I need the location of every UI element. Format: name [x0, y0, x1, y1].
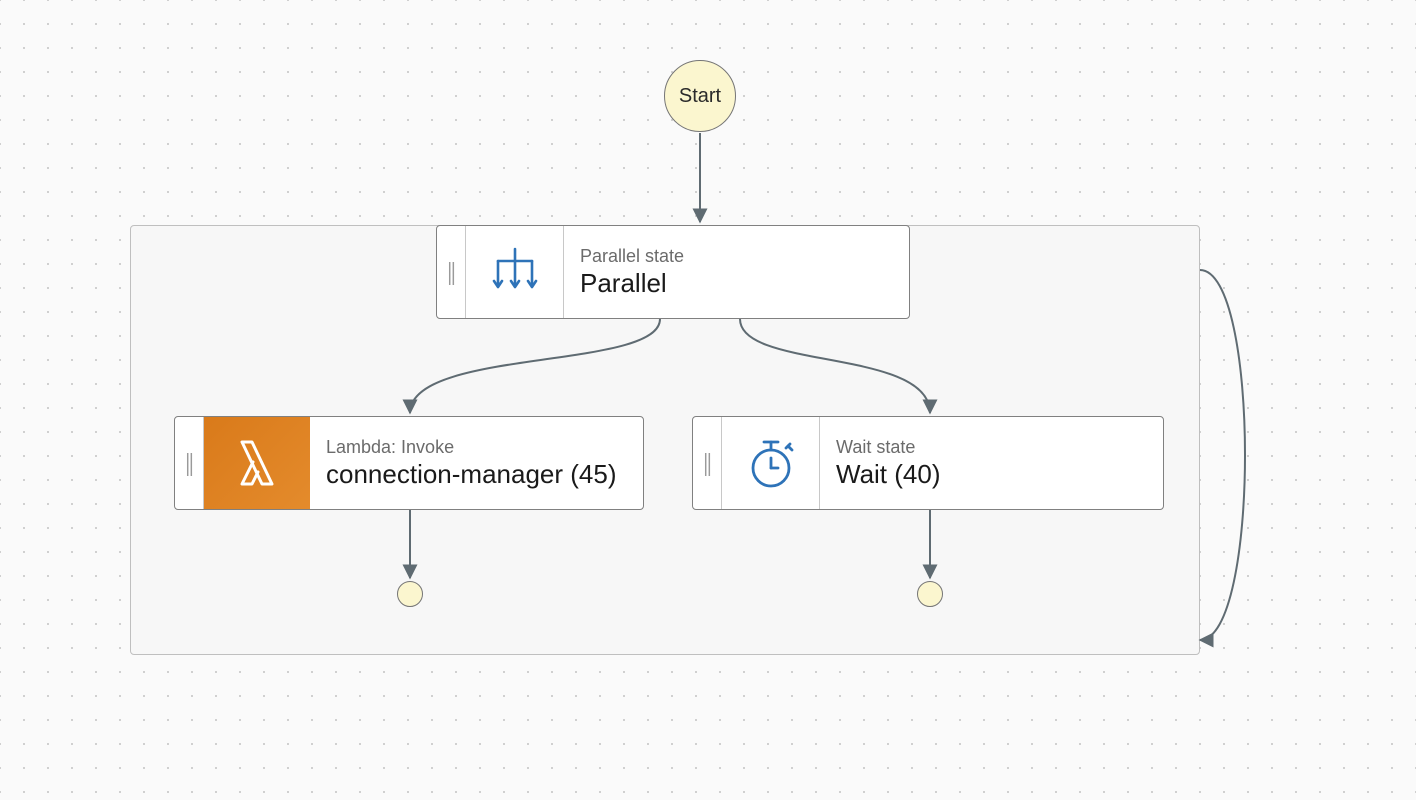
lambda-type-label: Lambda: Invoke [326, 437, 625, 458]
lambda-icon [204, 417, 310, 509]
drag-handle-icon[interactable]: || [437, 226, 466, 318]
start-label: Start [679, 85, 721, 108]
branch-end-node [917, 581, 943, 607]
parallel-state-node[interactable]: || Parallel state Parallel [436, 225, 910, 319]
wait-state-node[interactable]: || Wait state Wait (40) [692, 416, 1164, 510]
wait-icon [722, 417, 820, 509]
wait-title: Wait (40) [836, 460, 1145, 490]
workflow-canvas[interactable]: Start || Parallel state Parallel [0, 0, 1416, 800]
drag-handle-icon[interactable]: || [175, 417, 204, 509]
parallel-title: Parallel [580, 269, 891, 299]
parallel-icon [466, 226, 564, 318]
parallel-type-label: Parallel state [580, 246, 891, 267]
wait-type-label: Wait state [836, 437, 1145, 458]
lambda-state-node[interactable]: || Lambda: Invoke connection-manager (45… [174, 416, 644, 510]
branch-end-node [397, 581, 423, 607]
drag-handle-icon[interactable]: || [693, 417, 722, 509]
lambda-title: connection-manager (45) [326, 460, 625, 490]
start-node[interactable]: Start [664, 60, 736, 132]
